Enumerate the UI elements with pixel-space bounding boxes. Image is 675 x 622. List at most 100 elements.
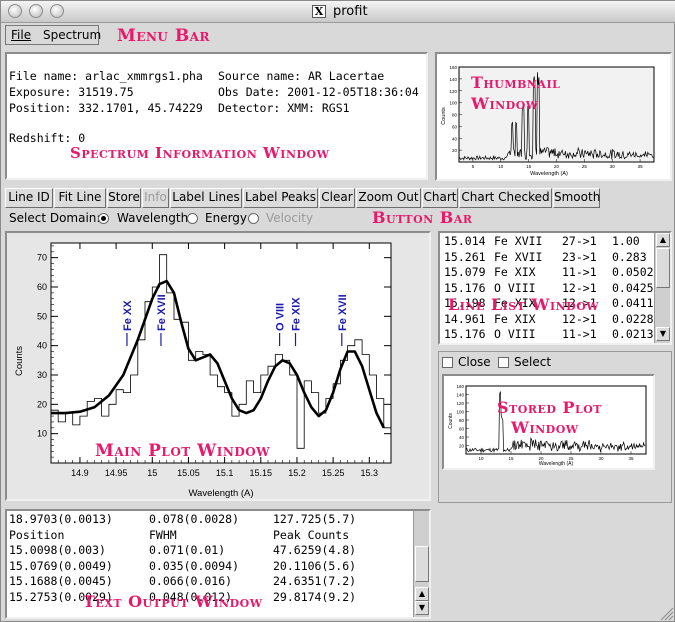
main-plot-window[interactable]: Fe XX Fe XVII O VIII Fe XIX Fe XVII 14.9 14.9… — [5, 231, 431, 501]
mini-x-tick-label: 30 — [598, 456, 604, 461]
thumbnail-window[interactable]: Wavelength (A) Counts 20 40 60 80 100 120 140 1… — [435, 52, 672, 181]
mini-y-tick-label: 100 — [456, 410, 464, 415]
line-list-wave: 15.014 — [444, 234, 486, 248]
stored-ylabel: Counts — [448, 413, 454, 429]
line-list-wave: 15.176 — [444, 280, 486, 295]
zoom-out-button[interactable]: Zoom Out — [356, 188, 421, 208]
line-list-trans: 11->1 — [562, 327, 597, 341]
thumbnail-xlabel: Wavelength (A) — [530, 171, 568, 177]
mini-y-tick-label: 80 — [452, 113, 458, 118]
x-tick-label: 15.3 — [361, 468, 379, 478]
resize-grip-icon[interactable] — [658, 605, 674, 621]
info-exposure: Exposure: 31519.75 — [9, 85, 134, 99]
mini-x-tick-label: 25 — [582, 164, 588, 169]
annotation-text-output: Text Output Window — [83, 592, 263, 611]
text-scroll-up-arrow-icon[interactable]: ▲ — [415, 587, 429, 601]
mini-x-tick-label: 15 — [508, 456, 514, 461]
y-tick-label: 70 — [37, 253, 47, 263]
mini-x-tick-label: 35 — [628, 456, 634, 461]
text-output-cell: 0.078(0.0028) — [149, 512, 240, 526]
x-tick-label: 15.25 — [322, 468, 345, 478]
scroll-up-arrow-icon[interactable]: ▲ — [656, 233, 670, 247]
annotation-spectrum-info: Spectrum Information Window — [70, 144, 330, 162]
mini-x-tick-label: 10 — [478, 456, 484, 461]
minimize-window-button[interactable] — [29, 4, 43, 18]
annotation-thumbnail-1: Thumbnail — [471, 73, 561, 92]
text-output-cell: Peak Counts — [273, 527, 350, 542]
info-obs-date: Obs Date: 2001-12-05T18:36:04 — [218, 85, 419, 99]
mini-y-tick-label: 100 — [449, 101, 457, 106]
menu-spectrum[interactable]: Spectrum — [43, 28, 101, 42]
info-position: Position: 332.1701, 45.74229 — [9, 101, 203, 115]
zoom-window-button[interactable] — [50, 4, 64, 18]
annotation-stored-2: Window — [511, 418, 579, 437]
annotation-thumbnail-2: Window — [471, 94, 539, 113]
store-button[interactable]: Store — [107, 188, 141, 208]
text-output-cell: 18.9703(0.0013) — [9, 512, 113, 526]
close-checkbox[interactable] — [442, 357, 453, 368]
line-list-scrollbar[interactable]: ▲ ▼ — [654, 233, 670, 343]
menu-file[interactable]: File — [11, 28, 31, 42]
mini-y-tick-label: 160 — [456, 384, 464, 389]
close-checkbox-label: Close — [458, 355, 491, 369]
line-list-wave: 15.176 — [444, 327, 486, 341]
mini-x-tick-label: 35 — [638, 164, 644, 169]
stored-plot-window[interactable]: 20 40 60 80 100 120 140 160 10 15 20 25 30 35 Wavelen… — [442, 374, 655, 470]
annotation-line-list: Line List Window — [448, 295, 600, 314]
text-scroll-down-arrow-icon[interactable]: ▼ — [415, 601, 429, 615]
text-output-cell: 29.8174(9.2) — [273, 589, 357, 604]
chart-checked-button[interactable]: Chart Checked — [459, 188, 552, 208]
line-id-button[interactable]: Line ID — [5, 188, 53, 208]
line-label: O VIII — [275, 303, 287, 331]
y-tick-label: 60 — [37, 282, 47, 292]
text-scroll-thumb[interactable] — [415, 546, 429, 582]
scroll-down-arrow-icon[interactable]: ▼ — [656, 327, 670, 341]
x-tick-label: 15.2 — [288, 468, 306, 478]
x-tick-label: 15 — [147, 468, 157, 478]
line-list-wave: 15.079 — [444, 265, 486, 279]
stored-plot-area: Close Select 20 40 60 80 100 120 140 160 10 15 20 2… — [438, 351, 672, 503]
line-list-trans: 23->1 — [562, 249, 597, 264]
info-redshift: Redshift: 0 — [9, 131, 86, 145]
y-tick-label: 50 — [37, 311, 47, 321]
line-list-trans: 12->1 — [562, 280, 597, 295]
annotation-main-plot: Main Plot Window — [95, 441, 271, 461]
chart-button[interactable]: Chart — [422, 188, 458, 208]
line-list-val: 0.0213 — [612, 327, 654, 341]
line-label: Fe XVII — [337, 294, 349, 331]
line-list-trans: 11->1 — [562, 265, 597, 279]
line-list-ion: Fe XVII — [494, 249, 543, 264]
scroll-thumb[interactable] — [656, 248, 670, 288]
mini-y-tick-label: 60 — [452, 124, 458, 129]
mini-y-tick-label: 140 — [449, 77, 457, 82]
clear-button[interactable]: Clear — [319, 188, 355, 208]
info-file-name: File name: arlac_xmmrgs1.pha — [9, 69, 203, 83]
close-window-button[interactable] — [8, 4, 22, 18]
spectrum-info-window: File name: arlac_xmmrgs1.pha Source name… — [5, 52, 428, 180]
x-tick-label: 14.95 — [105, 468, 128, 478]
text-output-cell: FWHM — [149, 527, 177, 542]
line-list-ion: Fe XVII — [494, 234, 543, 248]
text-output-cell: 15.0098(0.003) — [9, 543, 106, 557]
label-peaks-button[interactable]: Label Peaks — [243, 188, 318, 208]
radio-energy[interactable] — [187, 213, 198, 224]
line-list-val: 0.0228 — [612, 311, 654, 326]
text-output-scrollbar[interactable]: ▲ ▼ — [413, 511, 429, 617]
line-label: Fe XVII — [156, 294, 168, 331]
window-title: profit — [333, 4, 368, 19]
radio-velocity[interactable] — [248, 213, 259, 224]
text-output-cell: 0.071(0.01) — [149, 543, 226, 557]
radio-wavelength[interactable] — [98, 213, 109, 224]
y-tick-label: 20 — [37, 399, 47, 409]
mini-x-tick-label: 20 — [554, 164, 560, 169]
label-lines-button[interactable]: Label Lines — [170, 188, 242, 208]
info-button[interactable]: Info — [142, 188, 169, 208]
radio-energy-label: Energy — [205, 211, 248, 225]
info-source-name: Source name: AR Lacertae — [218, 69, 385, 83]
fit-line-button[interactable]: Fit Line — [54, 188, 106, 208]
select-checkbox[interactable] — [498, 357, 509, 368]
smooth-button[interactable]: Smooth — [553, 188, 600, 208]
y-tick-label: 40 — [37, 341, 47, 351]
line-list-val: 0.283 — [612, 249, 647, 264]
y-tick-label: 30 — [37, 370, 47, 380]
